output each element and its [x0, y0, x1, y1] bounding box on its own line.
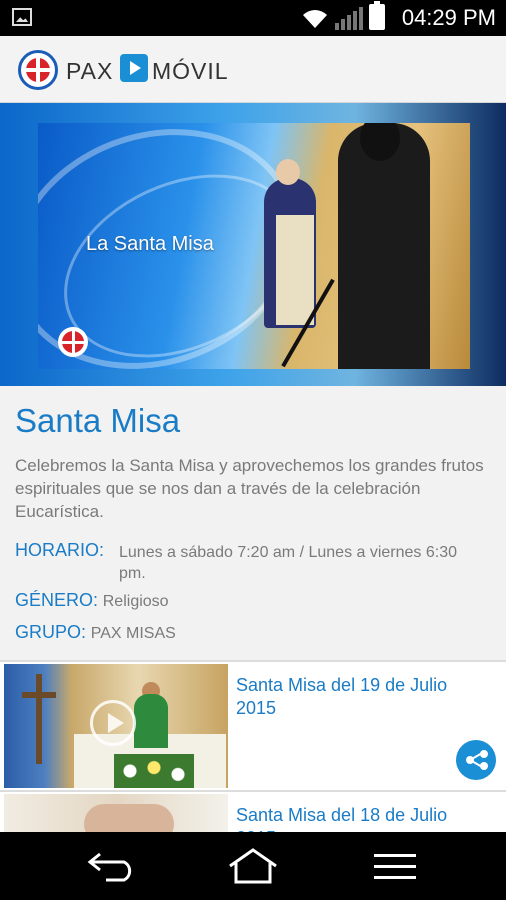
status-bar: 04:29 PM: [0, 0, 506, 36]
grupo-value: PAX MISAS: [90, 625, 176, 642]
play-logo-icon: [120, 54, 148, 82]
episode-thumbnail[interactable]: [4, 664, 228, 788]
horario-label: HORARIO:: [15, 540, 105, 560]
grupo-label: GRUPO:: [15, 622, 87, 642]
navigation-bar: [0, 832, 506, 900]
app-bar: PAX MÓVIL: [0, 36, 506, 103]
program-title: Santa Misa: [15, 402, 181, 439]
status-time: 04:29 PM: [401, 5, 496, 30]
episode-title[interactable]: Santa Misa del 18 de Julio 2015: [236, 804, 476, 832]
image-notification-icon: [12, 8, 32, 26]
episode-title[interactable]: Santa Misa del 19 de Julio 2015: [236, 674, 476, 720]
menu-icon[interactable]: [372, 852, 418, 882]
brand-name-movil: MÓVIL: [152, 58, 229, 84]
battery-icon: [369, 1, 385, 30]
back-icon[interactable]: [86, 848, 138, 884]
share-icon[interactable]: [456, 740, 496, 780]
hero-caption: La Santa Misa: [86, 233, 214, 255]
wifi-icon: [303, 10, 327, 29]
horario-value: Lunes a sábado 7:20 am / Lunes a viernes…: [119, 544, 458, 582]
program-description: Celebremos la Santa Misa y aprovechemos …: [15, 456, 484, 521]
hero-banner: La Santa Misa: [0, 103, 506, 386]
pax-logo-icon[interactable]: [18, 50, 58, 90]
play-icon[interactable]: [90, 700, 136, 746]
home-icon[interactable]: [226, 846, 280, 886]
brand-name-pax: PAX: [66, 58, 114, 84]
episode-list[interactable]: Santa Misa del 19 de Julio 2015 Santa Mi…: [0, 660, 506, 832]
list-item[interactable]: Santa Misa del 18 de Julio 2015: [0, 790, 506, 832]
grupo-row: GRUPO: PAX MISAS: [15, 622, 176, 643]
genero-row: GÉNERO: Religioso: [15, 590, 169, 611]
pax-badge-icon: [58, 327, 88, 357]
episode-thumbnail[interactable]: [4, 794, 228, 832]
hero-image: La Santa Misa: [38, 123, 470, 369]
list-item[interactable]: Santa Misa del 19 de Julio 2015: [0, 660, 506, 790]
program-details: Santa Misa Celebremos la Santa Misa y ap…: [0, 386, 506, 660]
genero-value: Religioso: [102, 593, 169, 610]
genero-label: GÉNERO:: [15, 590, 99, 610]
signal-icon: [335, 7, 363, 30]
horario-row: HORARIO: Lunes a sábado 7:20 am / Lunes …: [15, 540, 457, 582]
